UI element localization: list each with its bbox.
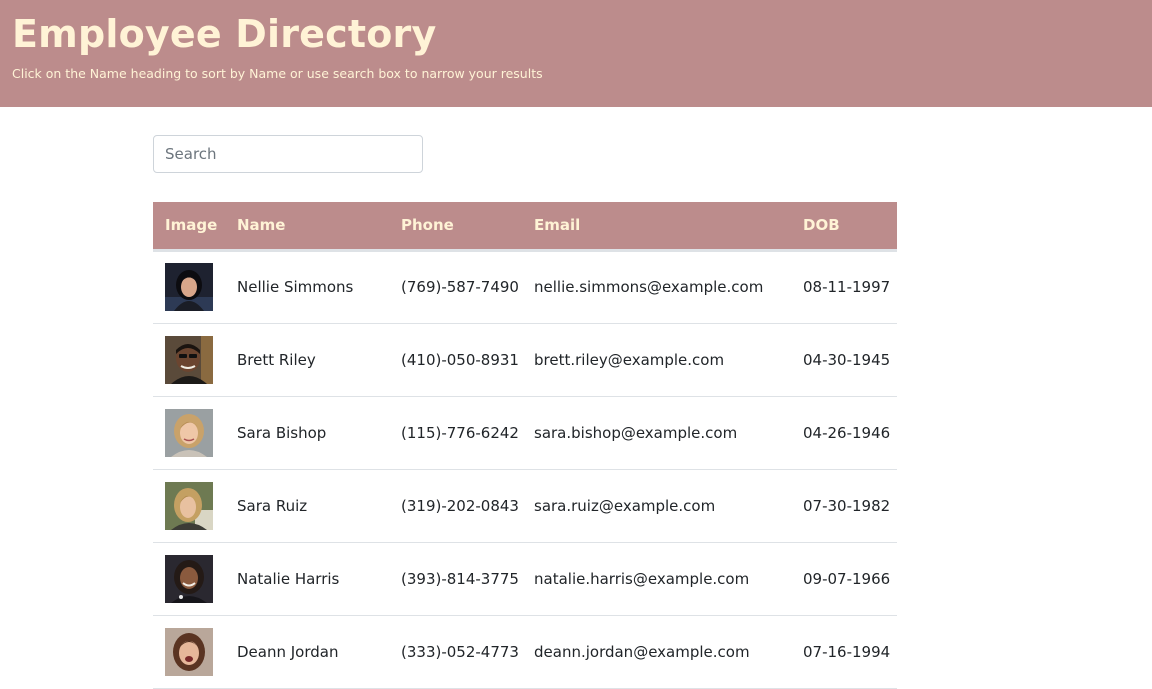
- email-cell: natalie.harris@example.com: [522, 542, 791, 616]
- column-header-phone: Phone: [389, 202, 522, 252]
- page-header: Employee Directory Click on the Name hea…: [0, 0, 1152, 107]
- phone-cell: (393)-814-3775: [389, 542, 522, 616]
- name-cell: Nellie Simmons: [225, 250, 389, 324]
- table-body: Nellie Simmons (769)-587-7490 nellie.sim…: [153, 250, 897, 689]
- phone-cell: (769)-587-7490: [389, 250, 522, 324]
- table-row: Deann Jordan (333)-052-4773 deann.jordan…: [153, 615, 897, 689]
- dob-cell: 09-07-1966: [791, 542, 897, 616]
- name-cell: Natalie Harris: [225, 542, 389, 616]
- email-cell: deann.jordan@example.com: [522, 615, 791, 689]
- column-header-email: Email: [522, 202, 791, 252]
- table-row: Nellie Simmons (769)-587-7490 nellie.sim…: [153, 250, 897, 324]
- image-cell: [153, 469, 225, 543]
- table-header: Image Name Phone Email DOB: [153, 202, 897, 252]
- person-photo-icon: [165, 554, 213, 603]
- dob-cell: 07-30-1982: [791, 469, 897, 543]
- employee-table: Image Name Phone Email DOB Nellie Simmon…: [153, 202, 897, 689]
- table-row: Sara Bishop (115)-776-6242 sara.bishop@e…: [153, 396, 897, 470]
- table-row: Sara Ruiz (319)-202-0843 sara.ruiz@examp…: [153, 469, 897, 543]
- phone-cell: (333)-052-4773: [389, 615, 522, 689]
- person-photo-icon: [165, 408, 213, 457]
- dob-cell: 04-26-1946: [791, 396, 897, 470]
- email-cell: brett.riley@example.com: [522, 323, 791, 397]
- name-cell: Sara Ruiz: [225, 469, 389, 543]
- name-cell: Sara Bishop: [225, 396, 389, 470]
- phone-cell: (115)-776-6242: [389, 396, 522, 470]
- dob-cell: 08-11-1997: [791, 250, 897, 324]
- image-cell: [153, 323, 225, 397]
- phone-cell: (410)-050-8931: [389, 323, 522, 397]
- person-photo-icon: [165, 335, 213, 384]
- page-subtitle: Click on the Name heading to sort by Nam…: [12, 66, 543, 81]
- email-cell: sara.ruiz@example.com: [522, 469, 791, 543]
- email-cell: nellie.simmons@example.com: [522, 250, 791, 324]
- person-photo-icon: [165, 481, 213, 530]
- column-header-name[interactable]: Name: [225, 202, 389, 252]
- image-cell: [153, 542, 225, 616]
- header-row: Image Name Phone Email DOB: [153, 202, 897, 252]
- table-row: Natalie Harris (393)-814-3775 natalie.ha…: [153, 542, 897, 616]
- image-cell: [153, 615, 225, 689]
- search-input[interactable]: [153, 135, 423, 173]
- person-photo-icon: [165, 263, 213, 311]
- dob-cell: 07-16-1994: [791, 615, 897, 689]
- dob-cell: 04-30-1945: [791, 323, 897, 397]
- name-cell: Brett Riley: [225, 323, 389, 397]
- person-photo-icon: [165, 627, 213, 676]
- page-title: Employee Directory: [12, 12, 437, 56]
- column-header-dob: DOB: [791, 202, 897, 252]
- image-cell: [153, 250, 225, 324]
- column-header-image: Image: [153, 202, 225, 252]
- table-row: Brett Riley (410)-050-8931 brett.riley@e…: [153, 323, 897, 397]
- phone-cell: (319)-202-0843: [389, 469, 522, 543]
- email-cell: sara.bishop@example.com: [522, 396, 791, 470]
- name-cell: Deann Jordan: [225, 615, 389, 689]
- image-cell: [153, 396, 225, 470]
